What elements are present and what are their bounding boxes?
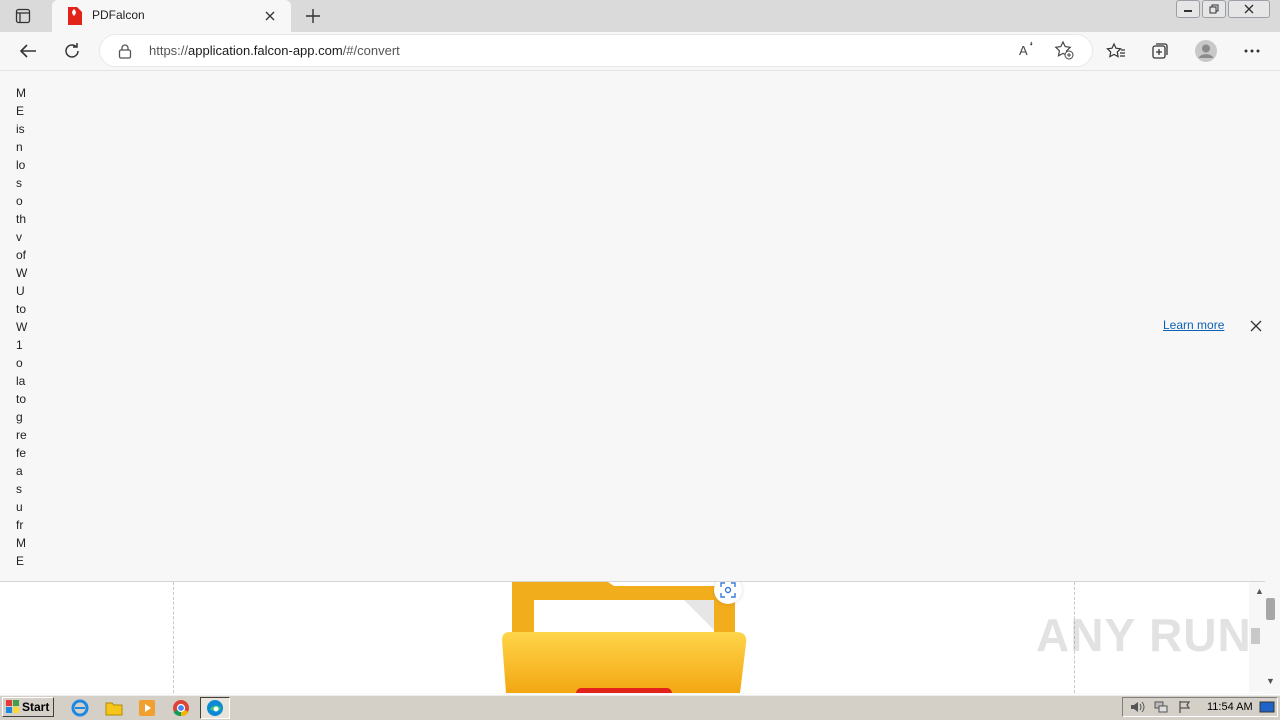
add-favorite-icon[interactable] [1054,40,1074,60]
new-tab-button[interactable] [300,4,326,28]
tab-actions-icon [15,8,31,24]
refresh-button[interactable] [57,36,87,66]
folder-icon [502,582,747,693]
profile-button[interactable] [1191,36,1221,66]
text-fragment: W [16,266,28,280]
text-fragment: o [16,194,23,208]
avatar-icon [1195,40,1217,62]
favorites-button[interactable] [1101,36,1131,66]
restore-icon [1209,4,1219,14]
restore-button[interactable] [1202,0,1226,18]
text-fragment: E [16,554,25,568]
text-fragment: fr [16,518,24,532]
action-center-flag-icon[interactable] [1177,700,1193,714]
volume-icon[interactable] [1129,700,1145,714]
text-fragment: is [16,122,25,136]
banner-close-button[interactable] [1246,317,1266,335]
text-fragment: of [16,248,27,262]
settings-more-button[interactable] [1237,36,1267,66]
plus-icon [306,9,320,23]
text-fragment: g [16,410,23,424]
close-icon [265,11,275,21]
scroll-up-arrow-icon[interactable]: ▲ [1255,586,1264,596]
svg-text:A: A [1019,43,1028,58]
minimize-button[interactable] [1176,0,1200,18]
scroll-down-arrow-icon[interactable]: ▼ [1266,676,1275,686]
tab-actions-button[interactable] [8,5,38,27]
tab-close-button[interactable] [258,6,282,26]
address-bar[interactable]: https://application.falcon-app.com/#/con… [100,35,1092,66]
learn-more-link[interactable]: Learn more [1163,318,1224,332]
text-fragment: to [16,392,27,406]
scrollbar-thumb[interactable] [1266,598,1275,620]
clock[interactable]: 11:54 AM [1207,701,1253,713]
tab-strip: PDFalcon [0,0,1280,32]
url-scheme: https:// [149,43,189,58]
more-dots-icon [1244,49,1260,53]
chrome-icon[interactable] [171,698,191,718]
text-fragment: E [16,104,25,118]
url-text: https://application.falcon-app.com/#/con… [149,43,400,58]
window-controls [1176,0,1270,18]
text-fragment: 1 [16,338,23,352]
text-fragment: s [16,482,22,496]
start-button[interactable]: Start [2,697,54,717]
refresh-icon [65,43,79,58]
text-fragment: v [16,230,22,244]
scan-glyph-icon [720,582,736,598]
text-fragment: n [16,140,23,154]
back-arrow-icon [19,44,36,58]
file-explorer-icon[interactable] [104,698,124,718]
system-tray: 11:54 AM [1122,697,1278,717]
url-path: /#/convert [342,43,400,58]
text-fragment: la [16,374,26,388]
read-aloud-icon[interactable]: A [1018,41,1038,59]
back-button[interactable] [13,36,43,66]
windows-logo-icon [6,700,19,713]
media-player-icon[interactable] [137,698,157,718]
text-fragment: s [16,176,22,190]
text-fragment: u [16,500,23,514]
browser-toolbar: https://application.falcon-app.com/#/con… [0,32,1280,71]
text-fragment: a [16,464,23,478]
collections-button[interactable] [1145,36,1175,66]
text-fragment: M [16,536,26,550]
url-host: application.falcon-app.com [188,43,343,58]
dashed-divider-left [173,582,174,693]
narrow-message-text: M Eis n lo s o th v of W Uto W 1 o la to g re fe a s u fr M E [16,84,36,570]
converter-drop-area[interactable]: ANY RUN [0,581,1265,693]
tab-title: PDFalcon [92,8,145,22]
internet-explorer-icon[interactable] [70,698,90,718]
text-fragment: M [16,86,26,100]
collections-icon [1152,43,1168,59]
text-fragment: to [16,302,27,316]
edge-icon[interactable] [200,697,230,719]
pdf-favicon-icon [68,7,82,25]
text-fragment: U [16,284,25,298]
text-fragment: th [16,212,27,226]
text-fragment: lo [16,158,26,172]
tab-pdfalcon[interactable]: PDFalcon [52,0,291,32]
favorites-icon [1106,42,1125,58]
close-icon [1250,320,1262,332]
close-icon [1244,4,1254,14]
window-close-button[interactable] [1228,0,1270,18]
show-desktop-icon[interactable] [1259,700,1275,714]
text-fragment: o [16,356,23,370]
start-label: Start [22,700,50,714]
text-fragment: W [16,320,28,334]
taskbar: Start 11:54 AM [0,694,1280,720]
network-icon[interactable] [1153,700,1169,714]
minimize-icon [1184,10,1192,12]
text-fragment: re [16,428,27,442]
anyrun-watermark: ANY RUN [1036,609,1252,661]
lock-icon[interactable] [118,43,132,59]
page-scrollbar[interactable]: ▲ ▼ [1249,582,1280,692]
scrollbar-track-marker [1251,628,1260,644]
text-fragment: fe [16,446,27,460]
